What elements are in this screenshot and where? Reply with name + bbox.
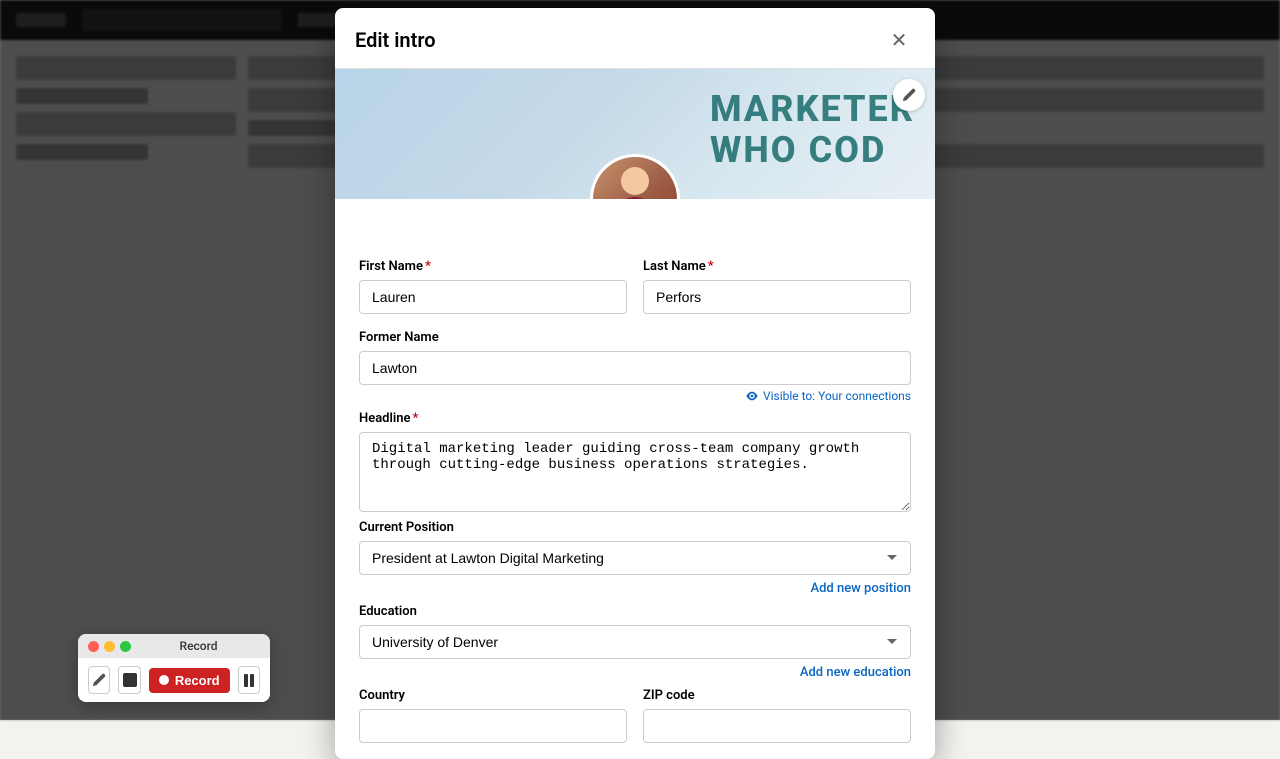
visibility-note: Visible to: Your connections: [359, 389, 911, 403]
traffic-light-red[interactable]: [88, 641, 99, 652]
headline-group: Headline* Digital marketing leader guidi…: [359, 411, 911, 512]
cover-text: MARKETERWHO COD: [710, 89, 915, 172]
former-name-input[interactable]: [359, 351, 911, 385]
country-label: Country: [359, 688, 627, 703]
current-position-select[interactable]: President at Lawton Digital Marketing: [359, 541, 911, 575]
pencil-icon: [902, 88, 916, 102]
former-name-group: Former Name Visible to: Your connections: [359, 330, 911, 403]
record-dot: [159, 675, 169, 685]
square-inner: [123, 673, 137, 687]
name-row: First Name* Last Name*: [359, 259, 911, 314]
close-button[interactable]: ✕: [883, 24, 915, 56]
modal-body: First Name* Last Name* Former Name Visib: [335, 199, 935, 759]
eye-icon: [745, 389, 759, 403]
current-position-group: Current Position President at Lawton Dig…: [359, 520, 911, 596]
first-name-input[interactable]: [359, 280, 627, 314]
zip-input[interactable]: [643, 709, 911, 743]
record-button[interactable]: Record: [149, 668, 230, 693]
modal-header: Edit intro ✕: [335, 8, 935, 69]
first-name-group: First Name*: [359, 259, 627, 314]
last-name-label: Last Name*: [643, 259, 911, 274]
traffic-light-yellow[interactable]: [104, 641, 115, 652]
traffic-lights: [88, 641, 131, 652]
current-position-label: Current Position: [359, 520, 911, 535]
edit-intro-modal: Edit intro ✕ MARKETERWHO COD: [335, 8, 935, 759]
cover-image-area: MARKETERWHO COD: [335, 69, 935, 199]
modal-title: Edit intro: [355, 28, 436, 52]
cover-edit-button[interactable]: [893, 79, 925, 111]
record-controls: Record: [78, 658, 270, 702]
pause-bar-left: [244, 674, 248, 687]
country-group: Country: [359, 688, 627, 743]
first-name-label: First Name*: [359, 259, 627, 274]
education-group: Education University of Denver Add new e…: [359, 604, 911, 680]
avatar-area: [590, 154, 680, 199]
country-input[interactable]: [359, 709, 627, 743]
education-label: Education: [359, 604, 911, 619]
zip-group: ZIP code: [643, 688, 911, 743]
pause-bar-right: [250, 674, 254, 687]
education-select[interactable]: University of Denver: [359, 625, 911, 659]
record-title-text: Record: [137, 639, 260, 653]
headline-label: Headline*: [359, 411, 911, 426]
record-title-bar: Record: [78, 634, 270, 658]
zip-label: ZIP code: [643, 688, 911, 703]
traffic-light-green[interactable]: [120, 641, 131, 652]
avatar: [590, 154, 680, 199]
former-name-label: Former Name: [359, 330, 911, 345]
location-row: Country ZIP code: [359, 688, 911, 743]
square-control[interactable]: [118, 666, 140, 694]
headline-textarea[interactable]: Digital marketing leader guiding cross-t…: [359, 432, 911, 512]
add-new-education-link[interactable]: Add new education: [359, 665, 911, 680]
last-name-group: Last Name*: [643, 259, 911, 314]
record-widget: Record Record: [78, 634, 270, 702]
pencil-ctrl-icon: [92, 673, 106, 687]
pause-button[interactable]: [238, 666, 260, 694]
add-new-position-link[interactable]: Add new position: [359, 581, 911, 596]
last-name-input[interactable]: [643, 280, 911, 314]
pencil-control[interactable]: [88, 666, 110, 694]
